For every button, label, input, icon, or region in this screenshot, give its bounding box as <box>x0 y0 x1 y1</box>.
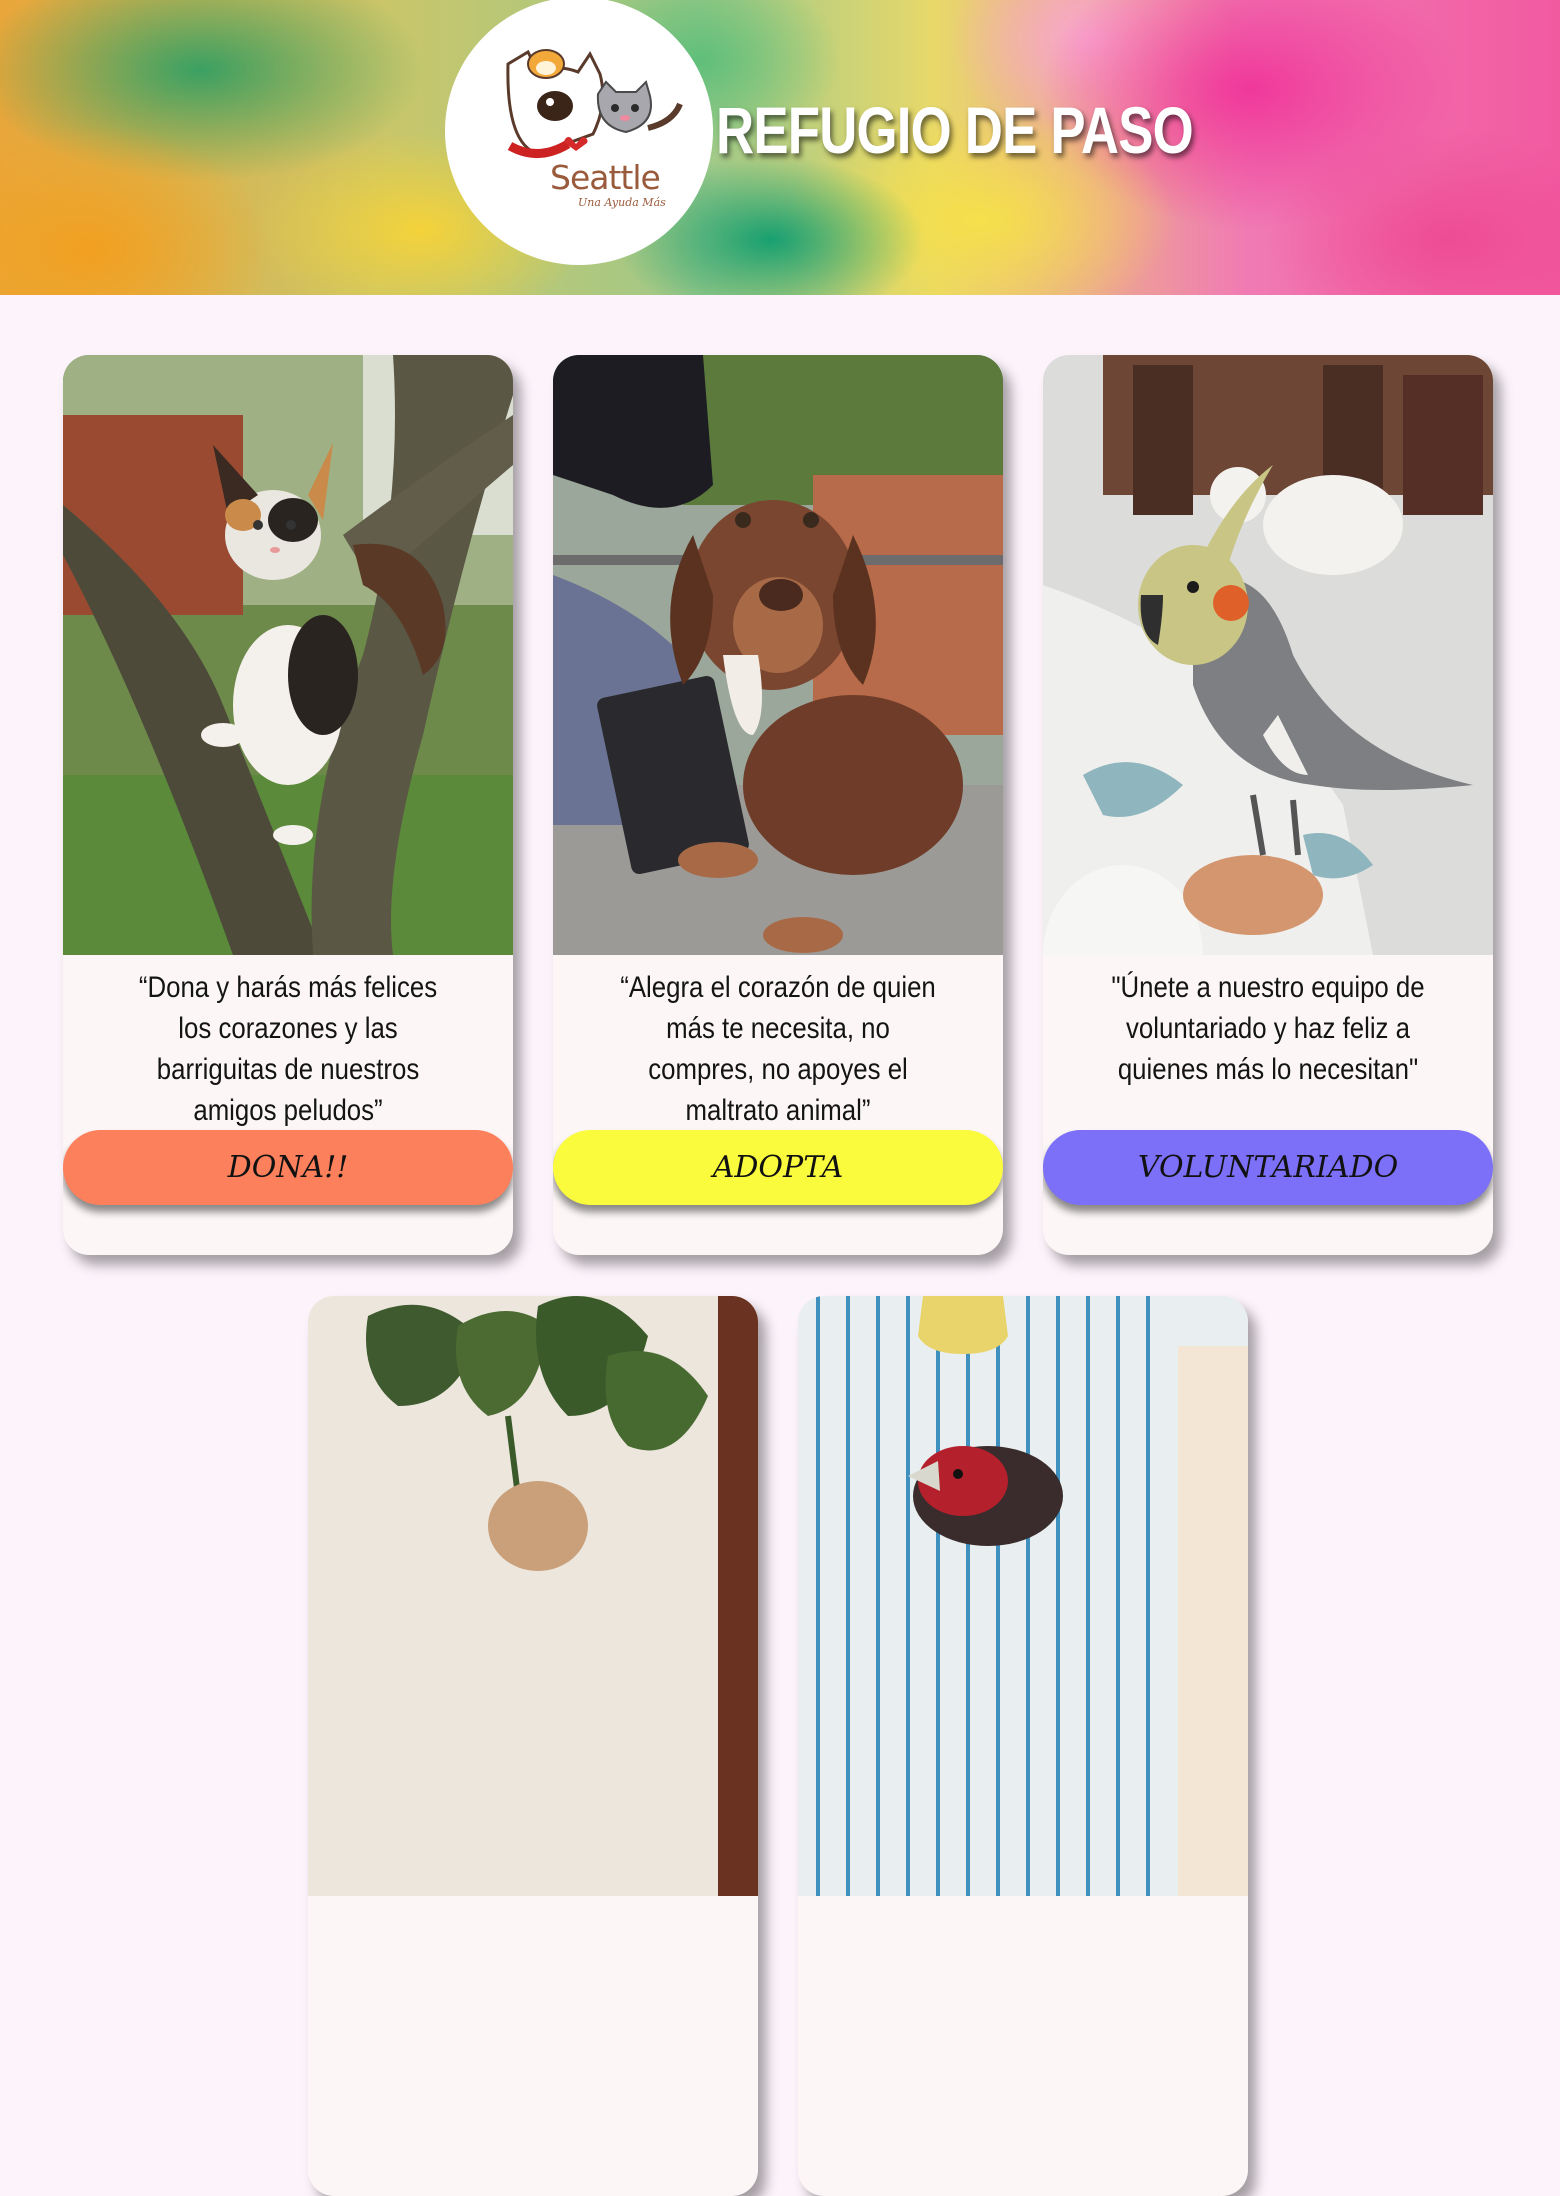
adopt-card: “Alegra el corazón de quien más te neces… <box>553 355 1003 1255</box>
adopt-button[interactable]: ADOPTA <box>553 1130 1003 1205</box>
volunteer-card: "Únete a nuestro equipo de voluntariado … <box>1043 355 1493 1255</box>
house-plant-photo <box>308 1296 758 1896</box>
adopt-quote: “Alegra el corazón de quien más te neces… <box>620 971 936 1127</box>
volunteer-button[interactable]: VOLUNTARIADO <box>1043 1130 1493 1205</box>
donate-quote: “Dona y harás más felices los corazones … <box>138 971 438 1127</box>
donate-button[interactable]: DONA!! <box>63 1130 513 1205</box>
calico-kitten-photo <box>63 355 513 955</box>
finch-card <box>798 1296 1248 2196</box>
logo-tagline: Una Ayuda Más <box>578 196 666 209</box>
site-title: REFUGIO DE PASO <box>716 93 1194 167</box>
finch-in-cage-photo <box>798 1296 1248 1896</box>
cockatiel-photo <box>1043 355 1493 955</box>
logo-pets-icon <box>506 49 683 159</box>
plant-card <box>308 1296 758 2196</box>
header-banner: Seattle Una Ayuda Más REFUGIO DE PASO <box>0 0 1560 295</box>
volunteer-quote: "Únete a nuestro equipo de voluntariado … <box>1111 971 1425 1086</box>
beagle-puppy-photo <box>553 355 1003 955</box>
donate-card: “Dona y harás más felices los corazones … <box>63 355 513 1255</box>
logo-wordmark: Seattle <box>550 158 661 197</box>
